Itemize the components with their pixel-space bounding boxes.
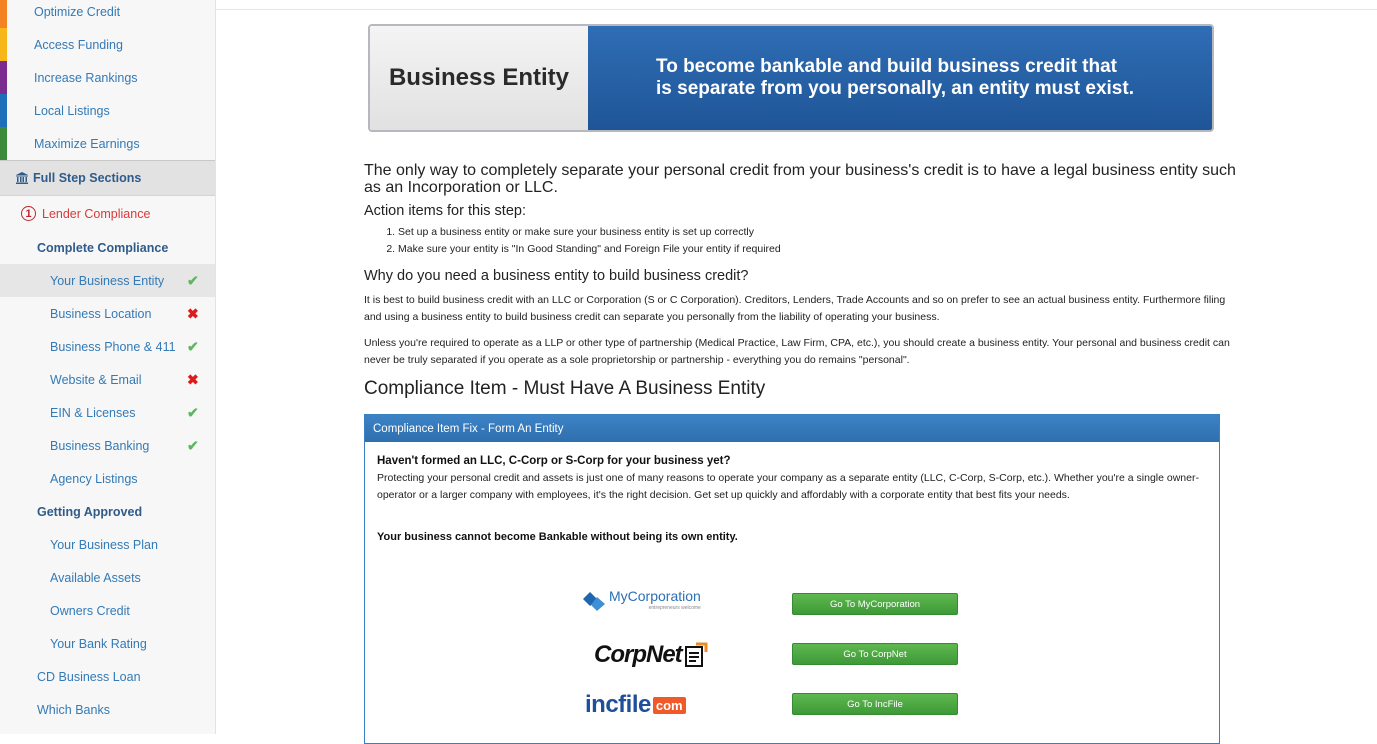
sidebar-color-bar xyxy=(0,127,7,160)
banner-tagline-line1: To become bankable and build business cr… xyxy=(656,56,1118,77)
compliance-heading: Compliance Item - Must Have A Business E… xyxy=(364,378,766,399)
compliance-fix-panel: Compliance Item Fix - Form An Entity Hav… xyxy=(364,414,1220,744)
panel-bold-note: Your business cannot become Bankable wit… xyxy=(377,531,738,543)
list-item: Set up a business entity or make sure yo… xyxy=(398,224,781,241)
go-to-mycorporation-button[interactable]: Go To MyCorporation xyxy=(792,593,958,615)
banner-title: Business Entity xyxy=(370,26,588,130)
sidebar-item-label: Business Phone & 411 xyxy=(50,339,176,354)
sidebar-section-full-step[interactable]: Full Step Sections xyxy=(0,160,215,196)
sidebar-item-label: Maximize Earnings xyxy=(34,136,140,151)
check-icon: ✔ xyxy=(187,272,199,288)
lead-paragraph: The only way to completely separate your… xyxy=(364,162,1236,196)
sidebar-item-agency-listings[interactable]: Agency Listings xyxy=(0,462,215,495)
sidebar-item-label: Increase Rankings xyxy=(34,70,138,85)
panel-header: Compliance Item Fix - Form An Entity xyxy=(365,415,1219,442)
body-paragraph: Unless you're required to operate as a L… xyxy=(364,337,1230,366)
panel-description: Protecting your personal credit and asse… xyxy=(377,472,1199,501)
sidebar-item-business-plan[interactable]: Your Business Plan xyxy=(0,528,215,561)
top-divider xyxy=(215,9,1377,10)
banner-tagline: To become bankable and build business cr… xyxy=(588,26,1212,130)
sidebar-item-owners-credit[interactable]: Owners Credit xyxy=(0,594,215,627)
sidebar-item-access-funding[interactable]: Access Funding xyxy=(0,28,215,61)
action-items-list: Set up a business entity or make sure yo… xyxy=(380,224,781,258)
document-icon xyxy=(684,642,708,667)
incfile-wordmark: incfile xyxy=(585,691,651,718)
panel-question: Haven't formed an LLC, C-Corp or S-Corp … xyxy=(377,455,731,467)
mycorporation-logo[interactable]: MyCorporation entrepreneurs welcome xyxy=(583,588,701,614)
mycorporation-wordmark: MyCorporation xyxy=(609,588,701,604)
sidebar-item-label: Lender Compliance xyxy=(42,206,151,221)
cross-icon: ✖ xyxy=(187,305,199,321)
go-to-incfile-button[interactable]: Go To IncFile xyxy=(792,693,958,715)
sidebar-item-label: Business Banking xyxy=(50,438,150,453)
sidebar-section-label: Full Step Sections xyxy=(33,171,142,185)
sidebar-item-label: Available Assets xyxy=(50,570,141,585)
sidebar: Optimize Credit Access Funding Increase … xyxy=(0,0,216,734)
sidebar-item-optimize-credit[interactable]: Optimize Credit xyxy=(0,0,215,28)
sidebar-item-website-email[interactable]: Website & Email ✖ xyxy=(0,363,215,396)
sidebar-item-label: EIN & Licenses xyxy=(50,405,136,420)
check-icon: ✔ xyxy=(187,437,199,453)
corpnet-logo[interactable]: CorpNet xyxy=(594,641,708,669)
sidebar-item-label: Which Banks xyxy=(37,702,110,717)
sidebar-item-label: Owners Credit xyxy=(50,603,130,618)
action-items-heading: Action items for this step: xyxy=(364,203,526,219)
sidebar-item-available-assets[interactable]: Available Assets xyxy=(0,561,215,594)
sidebar-item-business-phone[interactable]: Business Phone & 411 ✔ xyxy=(0,330,215,363)
check-icon: ✔ xyxy=(187,338,199,354)
body-paragraph: It is best to build business credit with… xyxy=(364,294,1226,323)
step-banner: Business Entity To become bankable and b… xyxy=(368,24,1214,132)
diamond-icon xyxy=(583,592,605,611)
why-heading: Why do you need a business entity to bui… xyxy=(364,268,749,284)
sidebar-item-lender-compliance[interactable]: 1 Lender Compliance xyxy=(0,196,215,231)
sidebar-item-label: Website & Email xyxy=(50,372,142,387)
sidebar-item-ein-licenses[interactable]: EIN & Licenses ✔ xyxy=(0,396,215,429)
sidebar-item-business-banking[interactable]: Business Banking ✔ xyxy=(0,429,215,462)
sidebar-item-label: Local Listings xyxy=(34,103,110,118)
incfile-com-badge: com xyxy=(652,696,686,714)
sidebar-item-label: Optimize Credit xyxy=(34,5,121,19)
sidebar-heading-getting-approved[interactable]: Getting Approved xyxy=(0,495,215,528)
sidebar-item-label: CD Business Loan xyxy=(37,669,141,684)
sidebar-item-your-business-entity[interactable]: Your Business Entity ✔ xyxy=(0,264,215,297)
sidebar-color-bar xyxy=(0,0,7,28)
sidebar-color-bar xyxy=(0,61,7,94)
sidebar-item-increase-rankings[interactable]: Increase Rankings xyxy=(0,61,215,94)
sidebar-item-business-location[interactable]: Business Location ✖ xyxy=(0,297,215,330)
sidebar-item-label: Your Business Entity xyxy=(50,273,165,288)
sidebar-item-local-listings[interactable]: Local Listings xyxy=(0,94,215,127)
list-item: Make sure your entity is "In Good Standi… xyxy=(398,241,781,258)
sidebar-item-label: Business Location xyxy=(50,306,152,321)
sidebar-item-which-banks[interactable]: Which Banks xyxy=(0,693,215,726)
sidebar-color-bar xyxy=(0,28,7,61)
incfile-logo[interactable]: incfile com xyxy=(585,691,686,719)
check-icon: ✔ xyxy=(187,404,199,420)
sidebar-item-cd-business-loan[interactable]: CD Business Loan xyxy=(0,660,215,693)
sidebar-item-bank-rating[interactable]: Your Bank Rating xyxy=(0,627,215,660)
sidebar-item-label: Your Business Plan xyxy=(50,537,158,552)
corpnet-wordmark: CorpNet xyxy=(594,641,683,668)
sidebar-color-bar xyxy=(0,94,7,127)
go-to-corpnet-button[interactable]: Go To CorpNet xyxy=(792,643,958,665)
sidebar-item-label: Access Funding xyxy=(34,37,123,52)
step-number-badge: 1 xyxy=(21,206,36,221)
sidebar-item-label: Your Bank Rating xyxy=(50,636,147,651)
banner-tagline-line2: is separate from you personally, an enti… xyxy=(656,78,1134,99)
sidebar-heading-complete-compliance[interactable]: Complete Compliance xyxy=(0,231,215,264)
sidebar-item-label: Agency Listings xyxy=(50,471,138,486)
bank-icon xyxy=(16,172,28,184)
sidebar-item-maximize-earnings[interactable]: Maximize Earnings xyxy=(0,127,215,160)
cross-icon: ✖ xyxy=(187,371,199,387)
